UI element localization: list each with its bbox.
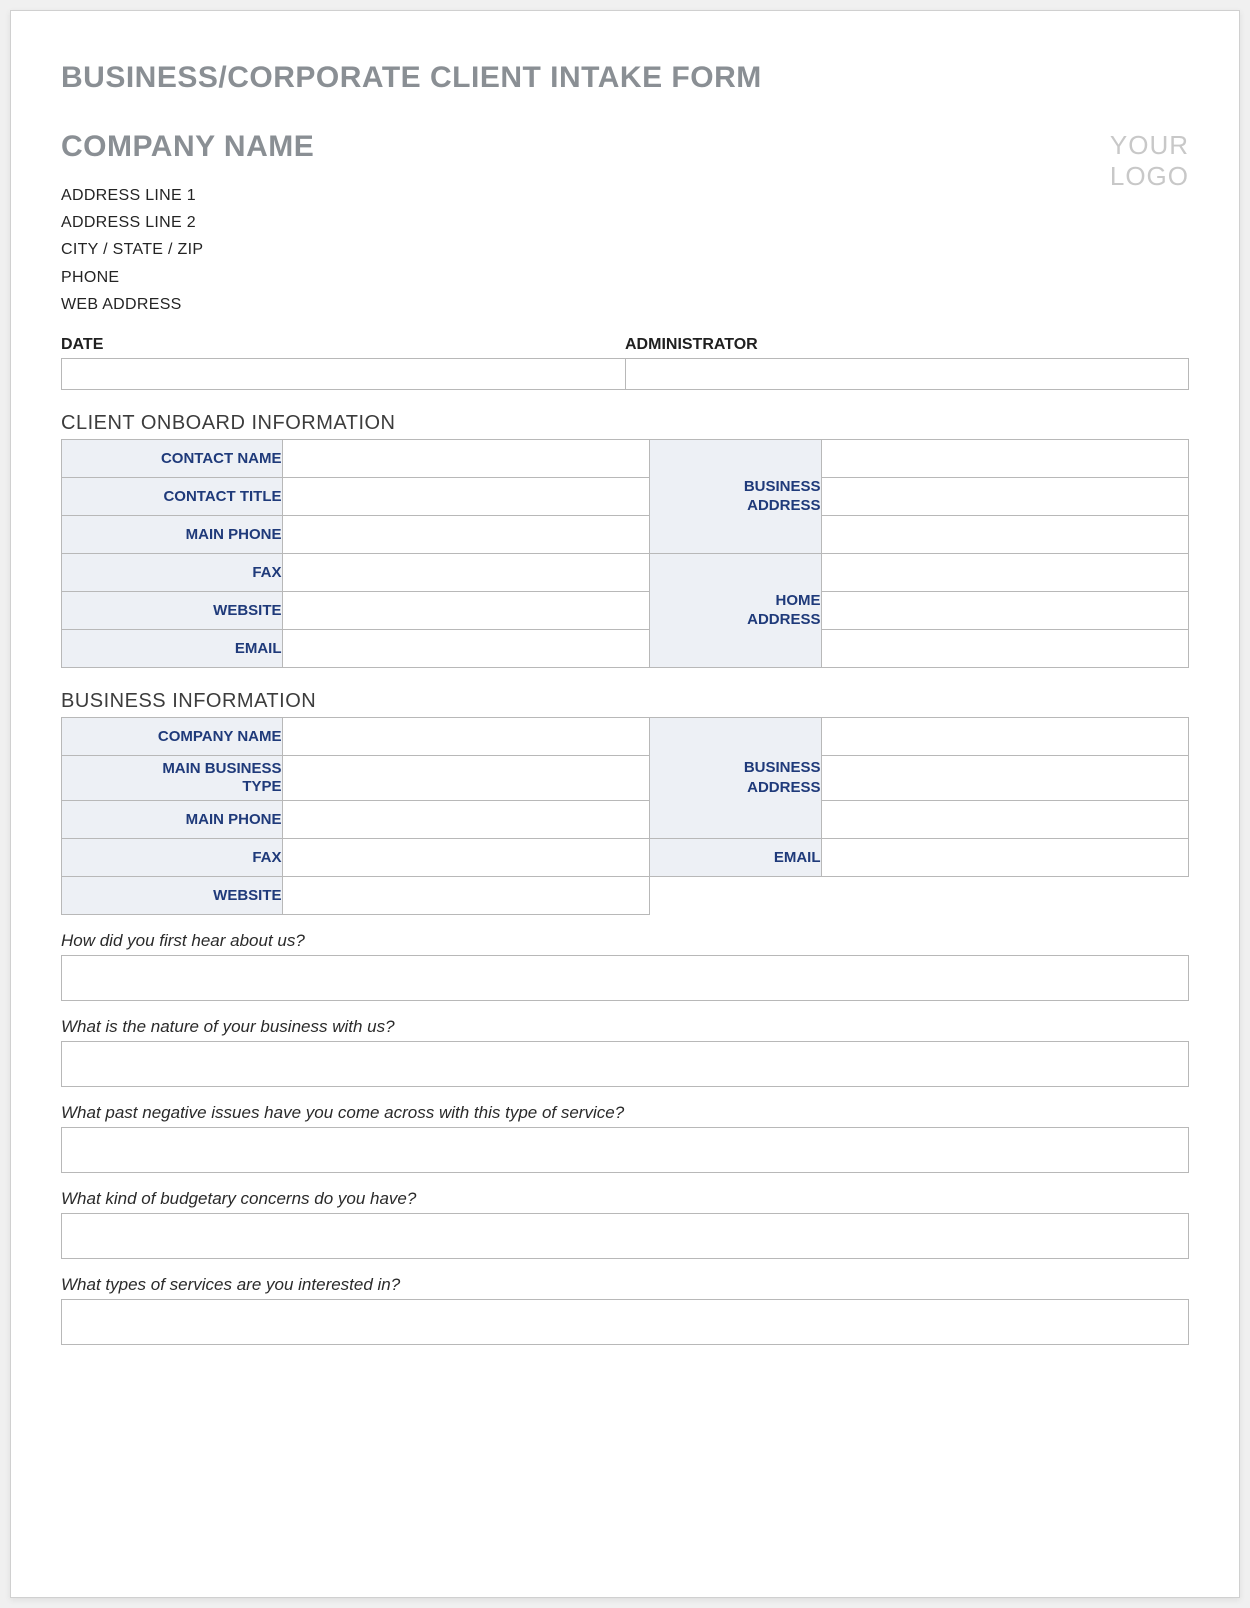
bi-email-input[interactable] (822, 839, 1189, 875)
form-title: BUSINESS/CORPORATE CLIENT INTAKE FORM (61, 61, 1189, 95)
question-1-label: How did you first hear about us? (61, 931, 1189, 951)
website-label: WEBSITE (62, 591, 283, 629)
bi-main-business-type-input[interactable] (283, 760, 650, 796)
website-input[interactable] (283, 592, 650, 628)
question-block-2: What is the nature of your business with… (61, 1017, 1189, 1087)
administrator-input[interactable] (626, 359, 1189, 389)
email-input[interactable] (283, 630, 650, 666)
city-state-zip: CITY / STATE / ZIP (61, 236, 314, 263)
question-5-label: What types of services are you intereste… (61, 1275, 1189, 1295)
question-block-5: What types of services are you intereste… (61, 1275, 1189, 1345)
fax-input[interactable] (283, 554, 650, 590)
business-info-table: COMPANY NAME BUSINESS ADDRESS MAIN BUSIN… (61, 717, 1189, 915)
contact-name-label: CONTACT NAME (62, 439, 283, 477)
fax-label: FAX (62, 553, 283, 591)
business-address-1-input[interactable] (822, 440, 1189, 476)
bi-website-input[interactable] (283, 877, 650, 913)
bi-business-address-label: BUSINESS ADDRESS (650, 717, 822, 838)
bi-company-name-label: COMPANY NAME (62, 717, 283, 755)
administrator-label: ADMINISTRATOR (625, 336, 1189, 358)
bi-company-name-input[interactable] (283, 718, 650, 754)
address-line-2: ADDRESS LINE 2 (61, 209, 314, 236)
blank-cell (650, 876, 1189, 914)
bi-business-address-3-input[interactable] (822, 801, 1189, 837)
bi-fax-input[interactable] (283, 839, 650, 875)
client-onboard-table: CONTACT NAME BUSINESS ADDRESS CONTACT TI… (61, 439, 1189, 668)
company-phone: PHONE (61, 264, 314, 291)
question-3-input[interactable] (62, 1128, 1188, 1172)
question-block-4: What kind of budgetary concerns do you h… (61, 1189, 1189, 1259)
bi-fax-label: FAX (62, 838, 283, 876)
company-block: COMPANY NAME ADDRESS LINE 1 ADDRESS LINE… (61, 130, 314, 318)
question-3-label: What past negative issues have you come … (61, 1103, 1189, 1123)
date-label: DATE (61, 336, 625, 358)
bi-email-label: EMAIL (650, 838, 822, 876)
home-address-2-input[interactable] (822, 592, 1189, 628)
bi-website-label: WEBSITE (62, 876, 283, 914)
home-address-label: HOME ADDRESS (650, 553, 822, 667)
bi-main-phone-label: MAIN PHONE (62, 800, 283, 838)
logo-line-1: YOUR (1110, 130, 1189, 161)
question-4-input[interactable] (62, 1214, 1188, 1258)
address-line-1: ADDRESS LINE 1 (61, 182, 314, 209)
contact-title-input[interactable] (283, 478, 650, 514)
date-admin-block: DATE ADMINISTRATOR (61, 336, 1189, 390)
question-4-label: What kind of budgetary concerns do you h… (61, 1189, 1189, 1209)
question-block-1: How did you first hear about us? (61, 931, 1189, 1001)
business-address-2-input[interactable] (822, 478, 1189, 514)
contact-name-input[interactable] (283, 440, 650, 476)
company-web: WEB ADDRESS (61, 291, 314, 318)
business-address-3-input[interactable] (822, 516, 1189, 552)
section-title-client-onboard: CLIENT ONBOARD INFORMATION (61, 412, 1189, 435)
email-label: EMAIL (62, 629, 283, 667)
question-block-3: What past negative issues have you come … (61, 1103, 1189, 1173)
question-1-input[interactable] (62, 956, 1188, 1000)
section-title-business-info: BUSINESS INFORMATION (61, 690, 1189, 713)
main-phone-label: MAIN PHONE (62, 515, 283, 553)
question-2-input[interactable] (62, 1042, 1188, 1086)
page: BUSINESS/CORPORATE CLIENT INTAKE FORM CO… (10, 10, 1240, 1598)
main-phone-input[interactable] (283, 516, 650, 552)
bi-main-phone-input[interactable] (283, 801, 650, 837)
bi-main-business-type-label: MAIN BUSINESS TYPE (62, 755, 283, 800)
logo-line-2: LOGO (1110, 161, 1189, 192)
business-address-label: BUSINESS ADDRESS (650, 439, 822, 553)
bi-business-address-1-input[interactable] (822, 718, 1189, 754)
home-address-3-input[interactable] (822, 630, 1189, 666)
date-input[interactable] (62, 359, 626, 389)
contact-title-label: CONTACT TITLE (62, 477, 283, 515)
question-2-label: What is the nature of your business with… (61, 1017, 1189, 1037)
header-row: COMPANY NAME ADDRESS LINE 1 ADDRESS LINE… (61, 130, 1189, 318)
home-address-1-input[interactable] (822, 554, 1189, 590)
company-name-label: COMPANY NAME (61, 130, 314, 164)
question-5-input[interactable] (62, 1300, 1188, 1344)
logo-placeholder: YOUR LOGO (1110, 130, 1189, 192)
bi-business-address-2-input[interactable] (822, 760, 1189, 796)
